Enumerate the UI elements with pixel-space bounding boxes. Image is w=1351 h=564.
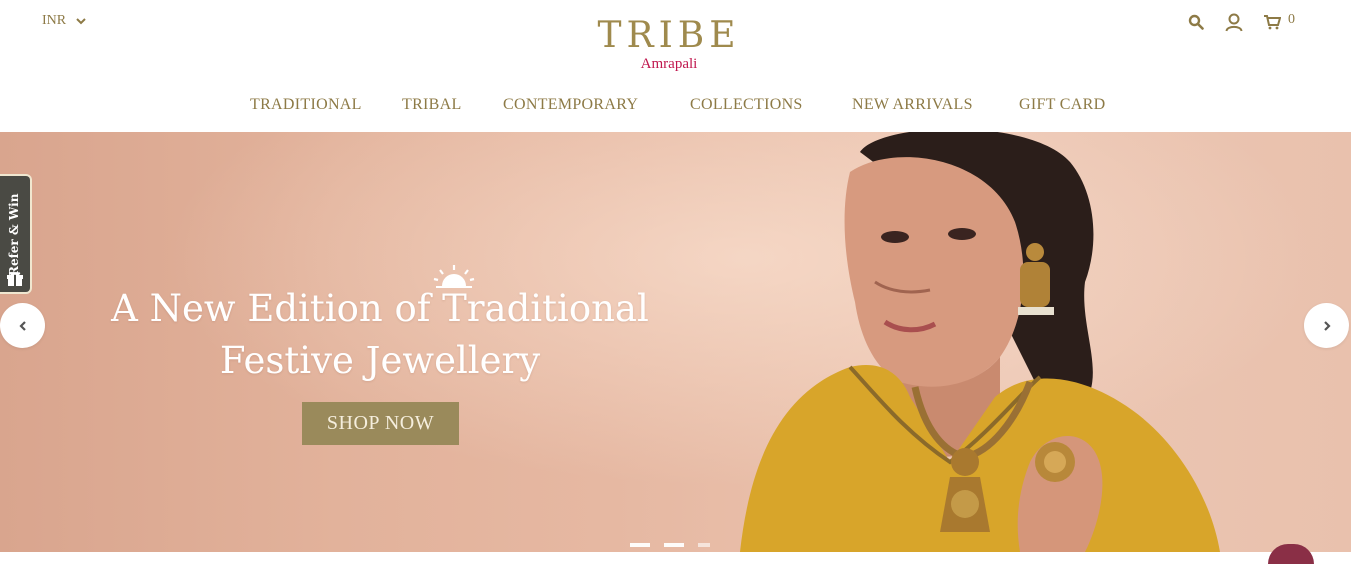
- header-actions: 0: [1186, 12, 1295, 32]
- chevron-down-icon: [76, 18, 86, 25]
- cart-icon[interactable]: [1262, 12, 1282, 32]
- nav-item-contemporary[interactable]: CONTEMPORARY: [503, 96, 638, 114]
- cart-count-badge: 0: [1288, 12, 1295, 27]
- carousel-dot[interactable]: [630, 543, 650, 547]
- nav-item-collections[interactable]: COLLECTIONS: [690, 96, 803, 114]
- nav-item-tribal[interactable]: TRIBAL: [402, 96, 462, 114]
- refer-and-win-tab[interactable]: Refer & Win: [0, 174, 32, 294]
- chevron-right-icon: [1323, 320, 1331, 331]
- chevron-left-icon: [18, 320, 26, 331]
- carousel-dot[interactable]: [664, 543, 684, 547]
- sunrise-icon: [433, 265, 475, 288]
- logo-wordmark: TRIBE: [597, 15, 741, 56]
- site-logo[interactable]: TRIBE Amrapali: [588, 15, 750, 73]
- gift-icon: [7, 272, 23, 286]
- carousel-next-button[interactable]: [1304, 303, 1349, 348]
- search-icon[interactable]: [1186, 12, 1206, 32]
- refer-and-win-label: Refer & Win: [7, 193, 21, 276]
- nav-item-traditional[interactable]: TRADITIONAL: [250, 96, 362, 114]
- nav-item-new-arrivals[interactable]: NEW ARRIVALS: [852, 96, 973, 114]
- nav-item-gift-card[interactable]: GIFT CARD: [1019, 96, 1105, 114]
- site-header: INR TRIBE Amrapali 0 TRADITIONAL TRIBAL …: [0, 0, 1351, 132]
- user-icon[interactable]: [1224, 12, 1244, 32]
- shop-now-button[interactable]: SHOP NOW: [302, 402, 459, 445]
- carousel-prev-button[interactable]: [0, 303, 45, 348]
- currency-label: INR: [42, 13, 67, 28]
- hero-headline-line-2: Festive Jewellery: [219, 339, 541, 382]
- hero-headline-line-1: A New Edition of Traditional: [111, 287, 649, 330]
- hero-model-image: [740, 132, 1220, 552]
- carousel-dot[interactable]: [698, 543, 710, 547]
- hero-headline: A New Edition of Traditional Festive Jew…: [110, 283, 650, 387]
- currency-selector[interactable]: INR: [42, 13, 86, 29]
- logo-subtitle: Amrapali: [640, 56, 698, 72]
- carousel-indicators: [630, 543, 710, 547]
